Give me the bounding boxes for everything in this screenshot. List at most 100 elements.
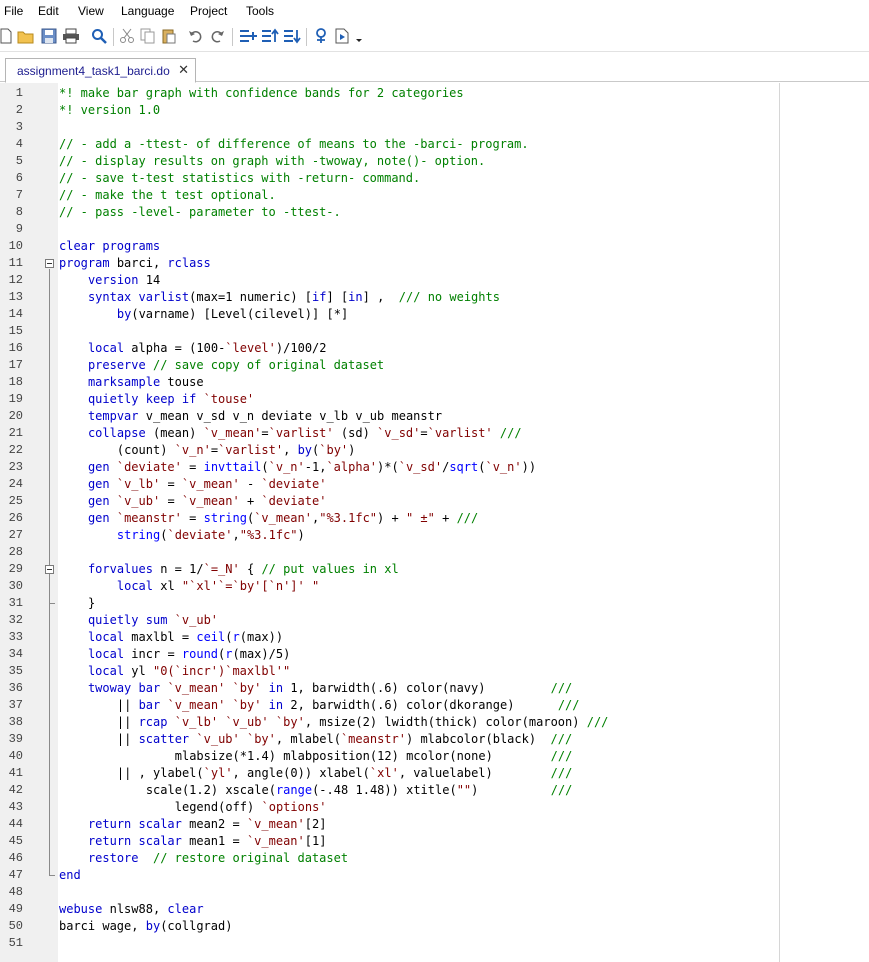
code-line[interactable]: 28 (0, 544, 869, 561)
menu-language[interactable]: Language (121, 4, 174, 18)
code-line[interactable]: 2 *! version 1.0 (0, 102, 869, 119)
menu-tools[interactable]: Tools (246, 4, 274, 18)
line-number: 48 (8, 885, 23, 899)
code-text: by(varname) [Level(cilevel)] [*] (116, 307, 349, 321)
line-number: 4 (15, 137, 23, 151)
dropdown-arrow-icon[interactable] (349, 26, 369, 46)
show-hide-icon[interactable] (311, 26, 331, 46)
code-text: || scatter `v_ub' `by', mlabel(`meanstr'… (116, 732, 573, 746)
menu-edit[interactable]: Edit (38, 4, 59, 18)
code-line[interactable]: 39 || scatter `v_ub' `by', mlabel(`means… (0, 731, 869, 748)
line-number: 8 (15, 205, 23, 219)
code-text: mlabsize(*1.4) mlabposition(12) mcolor(n… (174, 749, 573, 763)
line-number: 22 (8, 443, 23, 457)
code-line[interactable]: 23 gen `deviate' = invttail(`v_n'-1,`alp… (0, 459, 869, 476)
code-line[interactable]: 25 gen `v_ub' = `v_mean' + `deviate' (0, 493, 869, 510)
next-bookmark-icon[interactable] (282, 26, 302, 46)
find-icon[interactable] (89, 26, 109, 46)
code-line[interactable]: 10 clear programs (0, 238, 869, 255)
line-number: 33 (8, 630, 23, 644)
code-line[interactable]: 38 || rcap `v_lb' `v_ub' `by', msize(2) … (0, 714, 869, 731)
code-line[interactable]: 51 (0, 935, 869, 952)
code-line[interactable]: 43 legend(off) `options' (0, 799, 869, 816)
code-editor[interactable]: 1 *! make bar graph with confidence bands… (0, 83, 869, 962)
fold-end-marker (49, 875, 55, 876)
code-line[interactable]: 24 gen `v_lb' = `v_mean' - `deviate' (0, 476, 869, 493)
menu-project[interactable]: Project (190, 4, 227, 18)
add-bookmark-icon[interactable] (238, 26, 258, 46)
code-line[interactable]: 36 twoway bar `v_mean' `by' in 1, barwid… (0, 680, 869, 697)
code-line[interactable]: 14 by(varname) [Level(cilevel)] [*] (0, 306, 869, 323)
save-icon[interactable] (39, 26, 59, 46)
code-line[interactable]: 13 syntax varlist(max=1 numeric) [if] [i… (0, 289, 869, 306)
code-line[interactable]: 4 // - add a -ttest- of difference of mea… (0, 136, 869, 153)
fold-toggle-icon[interactable] (45, 565, 54, 574)
code-line[interactable]: 9 (0, 221, 869, 238)
code-line[interactable]: 18 marksample touse (0, 374, 869, 391)
cut-icon[interactable] (117, 26, 137, 46)
code-line[interactable]: 8 // - pass -level- parameter to -ttest-. (0, 204, 869, 221)
print-icon[interactable] (61, 26, 81, 46)
code-line[interactable]: 48 (0, 884, 869, 901)
fold-toggle-icon[interactable] (45, 259, 54, 268)
code-text: scale(1.2) xscale(range(-.48 1.48)) xtit… (145, 783, 573, 797)
code-line[interactable]: 34 local incr = round(r(max)/5) (0, 646, 869, 663)
code-line[interactable]: 27 string(`deviate',"%3.1fc") (0, 527, 869, 544)
code-text: return scalar mean2 = `v_mean'[2] (87, 817, 327, 831)
code-line[interactable]: 15 (0, 323, 869, 340)
code-line[interactable]: 49 webuse nlsw88, clear (0, 901, 869, 918)
code-line[interactable]: 12 version 14 (0, 272, 869, 289)
code-line[interactable]: 45 return scalar mean1 = `v_mean'[1] (0, 833, 869, 850)
code-line[interactable]: 30 local xl "`xl'`=`by'[`n']' " (0, 578, 869, 595)
code-line[interactable]: 21 collapse (mean) `v_mean'=`varlist' (s… (0, 425, 869, 442)
code-line[interactable]: 16 local alpha = (100-`level')/100/2 (0, 340, 869, 357)
code-line[interactable]: 50 barci wage, by(collgrad) (0, 918, 869, 935)
redo-icon[interactable] (207, 26, 227, 46)
line-number: 10 (8, 239, 23, 253)
menu-view[interactable]: View (78, 4, 104, 18)
line-number: 25 (8, 494, 23, 508)
code-line[interactable]: 22 (count) `v_n'=`varlist', by(`by') (0, 442, 869, 459)
code-line[interactable]: 46 restore // restore original dataset (0, 850, 869, 867)
code-line[interactable]: 44 return scalar mean2 = `v_mean'[2] (0, 816, 869, 833)
line-number: 23 (8, 460, 23, 474)
code-line[interactable]: 7 // - make the t test optional. (0, 187, 869, 204)
code-line[interactable]: 41 || , ylabel(`yl', angle(0)) xlabel(`x… (0, 765, 869, 782)
code-line[interactable]: 5 // - display results on graph with -two… (0, 153, 869, 170)
code-line[interactable]: 40 mlabsize(*1.4) mlabposition(12) mcolo… (0, 748, 869, 765)
code-line[interactable]: 1 *! make bar graph with confidence bands… (0, 85, 869, 102)
code-line[interactable]: 35 local yl "0(`incr')`maxlbl'" (0, 663, 869, 680)
code-text: || bar `v_mean' `by' in 2, barwidth(.6) … (116, 698, 580, 712)
tab-assignment4-task1-barci[interactable]: assignment4_task1_barci.do ✕ (5, 58, 196, 83)
code-line[interactable]: 33 local maxlbl = ceil(r(max)) (0, 629, 869, 646)
code-line[interactable]: 31 } (0, 595, 869, 612)
previous-bookmark-icon[interactable] (260, 26, 280, 46)
code-line[interactable]: 47 end (0, 867, 869, 884)
undo-icon[interactable] (186, 26, 206, 46)
paste-icon[interactable] (159, 26, 179, 46)
code-line[interactable]: 42 scale(1.2) xscale(range(-.48 1.48)) x… (0, 782, 869, 799)
code-text: version 14 (87, 273, 161, 287)
code-line[interactable]: 17 preserve // save copy of original dat… (0, 357, 869, 374)
close-icon[interactable]: ✕ (178, 63, 189, 77)
new-file-icon[interactable] (0, 26, 16, 46)
code-line[interactable]: 37 || bar `v_mean' `by' in 2, barwidth(.… (0, 697, 869, 714)
code-line[interactable]: 20 tempvar v_mean v_sd v_n deviate v_lb … (0, 408, 869, 425)
code-line[interactable]: 11 program barci, rclass (0, 255, 869, 272)
code-line[interactable]: 32 quietly sum `v_ub' (0, 612, 869, 629)
code-line[interactable]: 29 forvalues n = 1/`=_N' { // put values… (0, 561, 869, 578)
line-number: 27 (8, 528, 23, 542)
toolbar-separator (232, 28, 233, 46)
code-line[interactable]: 19 quietly keep if `touse' (0, 391, 869, 408)
code-line[interactable]: 26 gen `meanstr' = string(`v_mean',"%3.1… (0, 510, 869, 527)
code-text: clear programs (59, 239, 161, 253)
tab-strip: assignment4_task1_barci.do ✕ (0, 52, 869, 83)
code-line[interactable]: 3 (0, 119, 869, 136)
code-text: local maxlbl = ceil(r(max)) (87, 630, 284, 644)
copy-icon[interactable] (138, 26, 158, 46)
line-number: 29 (8, 562, 23, 576)
open-folder-icon[interactable] (16, 26, 36, 46)
code-line[interactable]: 6 // - save t-test statistics with -retur… (0, 170, 869, 187)
menu-file[interactable]: File (4, 4, 23, 18)
code-text: tempvar v_mean v_sd v_n deviate v_lb v_u… (87, 409, 443, 423)
